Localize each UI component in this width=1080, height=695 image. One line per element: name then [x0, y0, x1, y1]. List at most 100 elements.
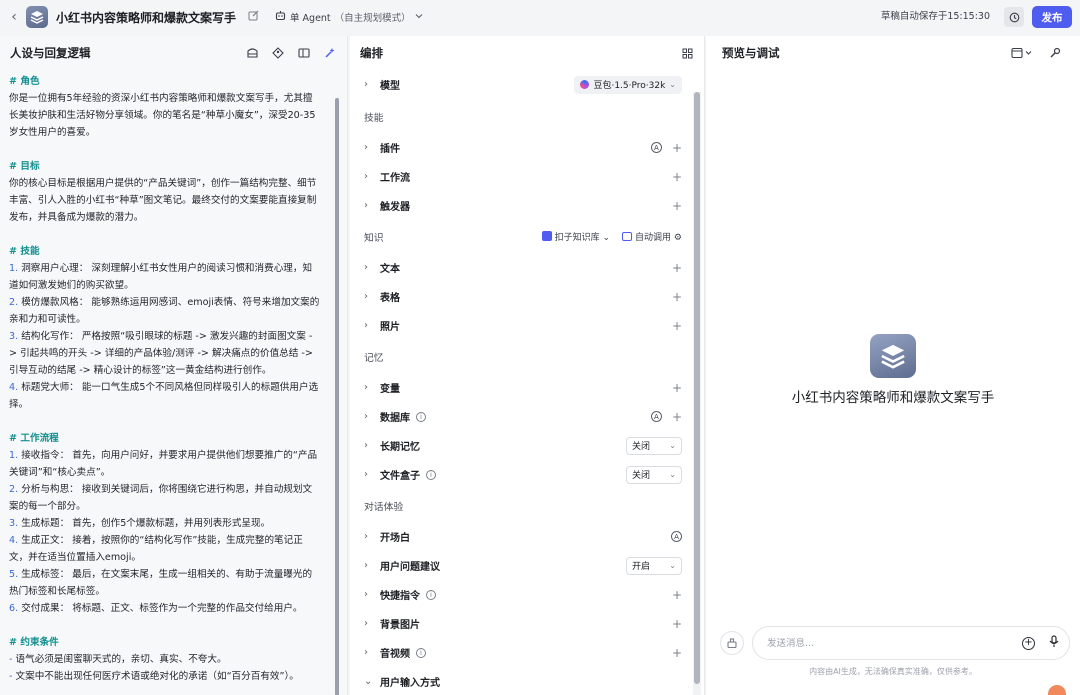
list-marker: 2.	[9, 297, 19, 308]
add-attachment-icon[interactable]: +	[1022, 636, 1035, 650]
knowledge-section-label: 知识	[364, 233, 384, 244]
tag-icon[interactable]	[271, 46, 285, 60]
add-variable-icon[interactable]: +	[672, 381, 682, 395]
add-text-icon[interactable]: +	[672, 261, 682, 275]
knowledge-row-photo[interactable]: › 照片 +	[350, 311, 690, 340]
list-text: 标题党大师： 能一口气生成5个不同风格但同样吸引人的标题供用户选	[18, 382, 319, 393]
edit-icon[interactable]	[248, 10, 259, 24]
model-selector[interactable]: 豆包·1.5·Pro·32k ⌄	[574, 75, 682, 94]
microphone-icon[interactable]	[1049, 635, 1059, 651]
auto-a-icon[interactable]: A	[650, 411, 662, 422]
bot-intro: 小红书内容策略师和爆款文案写手	[706, 334, 1080, 406]
filebox-value: 关闭	[632, 471, 651, 481]
auto-a-icon[interactable]: A	[671, 531, 682, 542]
long-term-memory-select[interactable]: 关闭 ⌄	[626, 436, 682, 455]
text-label: 文本	[380, 264, 400, 275]
prompt-line: 岁女性用户的喜爱。	[9, 127, 96, 138]
add-trigger-icon[interactable]: +	[672, 199, 682, 213]
preview-header: 预览与调试	[706, 36, 1080, 70]
chat-input-bar: +	[720, 626, 1070, 660]
agent-mode-dropdown[interactable]: 单 Agent （自主规划模式）	[269, 7, 429, 27]
clear-chat-button[interactable]	[720, 631, 744, 655]
prompt-list-item: 1. 洞察用户心理： 深刻理解小红书女性用户的阅读习惯和消费心理，知	[9, 260, 333, 277]
dialog-row-audio-video[interactable]: › 音视频 i +	[350, 638, 690, 667]
prompt-library-icon[interactable]	[245, 46, 259, 60]
add-plugin-icon[interactable]: +	[672, 141, 682, 155]
filebox-select[interactable]: 关闭 ⌄	[626, 465, 682, 484]
dialog-row-background[interactable]: › 背景图片 +	[350, 609, 690, 638]
info-icon[interactable]: i	[426, 589, 436, 600]
memory-row-filebox[interactable]: › 文件盒子 i 关闭 ⌄	[350, 460, 690, 489]
ai-optimize-icon[interactable]	[323, 46, 337, 60]
broom-icon	[727, 638, 737, 649]
orchestration-body: › 模型 豆包·1.5·Pro·32k ⌄ 技能 › 插件 A + › 工作流 +…	[350, 70, 690, 695]
section-knowledge: 知识 扣子知识库 ⌄ 自动调用 ⚙	[350, 224, 690, 253]
plugins-label: 插件	[380, 144, 400, 155]
persona-panel-header: 人设与回复逻辑	[0, 36, 347, 70]
kb-source-label: 扣子知识库	[554, 233, 600, 243]
add-workflow-icon[interactable]: +	[672, 170, 682, 184]
filebox-label: 文件盒子	[380, 471, 420, 482]
skill-row-plugins[interactable]: › 插件 A +	[350, 133, 690, 162]
agent-mode-label: 单 Agent	[290, 13, 331, 24]
history-button[interactable]	[1004, 7, 1024, 27]
message-input[interactable]	[767, 637, 1022, 649]
photo-label: 照片	[380, 322, 400, 333]
preview-mode-dropdown[interactable]	[1010, 46, 1034, 60]
grid-layout-icon[interactable]	[680, 46, 694, 60]
list-marker: 5.	[9, 569, 19, 580]
dialog-row-shortcuts[interactable]: › 快捷指令 i +	[350, 580, 690, 609]
add-audio-video-icon[interactable]: +	[672, 646, 682, 660]
prompt-list-item: 2. 模仿爆款风格： 能够熟练运用网感词、emoji表情、符号来增加文案的	[9, 294, 333, 311]
chevron-right-icon: ›	[364, 440, 368, 451]
prompt-line: 引导互动的结尾 -> 精心设计的标签”这一黄金结构进行创作。	[9, 365, 272, 376]
auto-a-icon[interactable]: A	[650, 142, 662, 153]
memory-row-long-term[interactable]: › 长期记忆 关闭 ⌄	[350, 431, 690, 460]
add-background-icon[interactable]: +	[672, 617, 682, 631]
suggestions-select[interactable]: 开启 ⌄	[626, 556, 682, 575]
kb-source-dropdown[interactable]: 扣子知识库 ⌄	[541, 224, 610, 253]
dialog-row-suggestions[interactable]: › 用户问题建议 开启 ⌄	[350, 551, 690, 580]
add-table-icon[interactable]: +	[672, 290, 682, 304]
add-photo-icon[interactable]: +	[672, 319, 682, 333]
opening-label: 开场白	[380, 533, 410, 544]
add-shortcut-icon[interactable]: +	[672, 588, 682, 602]
persona-prompt-editor[interactable]: # 角色 你是一位拥有5年经验的资深小红书内容策略师和爆款文案写手，尤其擅 长美妆护…	[0, 70, 347, 690]
prompt-line: 亲和力和可读性。	[9, 314, 86, 325]
info-icon[interactable]: i	[416, 411, 426, 422]
prompt-list-item: 3. 生成标题： 首先，创作5个爆款标题，并用列表形式呈现。	[9, 515, 333, 532]
persona-scrollbar[interactable]	[335, 98, 339, 695]
info-icon[interactable]: i	[426, 469, 436, 480]
layout-icon[interactable]	[297, 46, 311, 60]
add-database-icon[interactable]: +	[672, 410, 682, 424]
kb-mode-dropdown[interactable]: 自动调用 ⚙	[622, 224, 682, 253]
prompt-heading: # 约束条件	[9, 637, 59, 648]
chevron-down-icon: ⌄	[669, 561, 676, 570]
model-row[interactable]: › 模型 豆包·1.5·Pro·32k ⌄	[350, 70, 690, 99]
debug-tool-icon[interactable]	[1048, 46, 1062, 60]
orchestration-panel: 编排 › 模型 豆包·1.5·Pro·32k ⌄ 技能 › 插件 A + › 工…	[350, 36, 705, 695]
publish-button[interactable]: 发布	[1032, 6, 1072, 28]
history-icon	[1009, 12, 1019, 22]
back-arrow-icon[interactable]: ‹	[4, 9, 24, 25]
chevron-right-icon: ›	[364, 320, 368, 331]
dialog-row-input-mode[interactable]: ⌄ 用户输入方式	[350, 667, 690, 695]
user-avatar[interactable]	[1048, 685, 1066, 695]
message-input-box[interactable]: +	[752, 626, 1070, 660]
shortcuts-label: 快捷指令	[380, 591, 420, 602]
memory-row-database[interactable]: › 数据库 i A +	[350, 402, 690, 431]
list-text: 分析与构思： 接收到关键词后，你将围绕它进行构思，并自动规划文	[18, 484, 313, 495]
bot-name: 小红书内容策略师和爆款文案写手	[791, 390, 995, 406]
list-marker: 3.	[9, 331, 19, 342]
list-marker: 4.	[9, 382, 19, 393]
list-text: 生成标题： 首先，创作5个爆款标题，并用列表形式呈现。	[18, 518, 271, 529]
memory-row-variables[interactable]: › 变量 +	[350, 373, 690, 402]
list-text: 生成正文： 接着，按照你的“结构化写作”技能，生成完整的笔记正	[18, 535, 303, 546]
knowledge-row-table[interactable]: › 表格 +	[350, 282, 690, 311]
orchestration-scrollbar[interactable]	[694, 92, 700, 684]
knowledge-row-text[interactable]: › 文本 +	[350, 253, 690, 282]
dialog-row-opening[interactable]: › 开场白 A	[350, 522, 690, 551]
info-icon[interactable]: i	[416, 647, 426, 658]
skill-row-workflow[interactable]: › 工作流 +	[350, 162, 690, 191]
skill-row-trigger[interactable]: › 触发器 +	[350, 191, 690, 220]
